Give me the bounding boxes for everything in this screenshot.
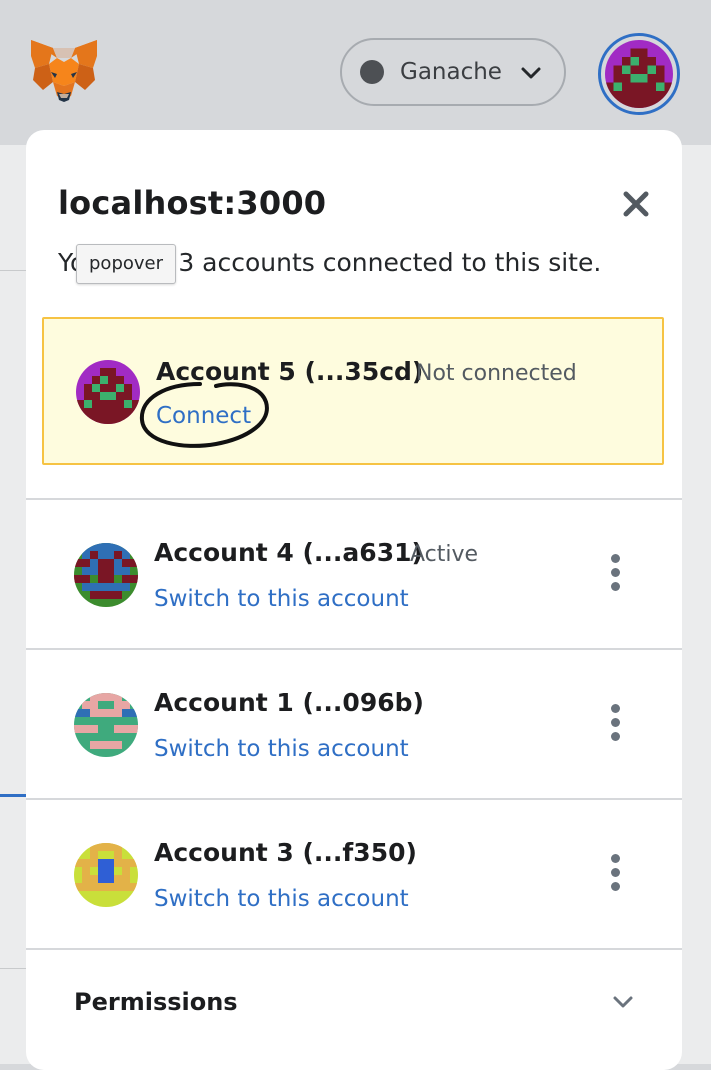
metamask-fox-icon[interactable] bbox=[29, 38, 99, 104]
account-row: Account 3 (...f350) Switch to this accou… bbox=[26, 798, 682, 950]
network-status-dot bbox=[360, 60, 384, 84]
active-tab-indicator bbox=[0, 794, 26, 797]
switch-account-link[interactable]: Switch to this account bbox=[154, 586, 409, 612]
account-name: Account 1 (...096b) bbox=[154, 688, 424, 717]
app-header: Ganache bbox=[0, 0, 711, 145]
chevron-down-icon bbox=[613, 996, 633, 1008]
close-icon[interactable] bbox=[620, 188, 652, 220]
permissions-section-toggle[interactable]: Permissions bbox=[26, 948, 682, 1055]
account-row: Account 4 (...a631) Active Switch to thi… bbox=[26, 498, 682, 650]
identicon bbox=[605, 40, 673, 108]
identicon bbox=[76, 360, 140, 424]
account-name: Account 3 (...f350) bbox=[154, 838, 417, 867]
divider bbox=[0, 968, 26, 969]
kebab-menu-icon[interactable] bbox=[603, 554, 627, 594]
account-name: Account 4 (...a631) bbox=[154, 538, 423, 567]
account-menu-avatar[interactable] bbox=[598, 33, 680, 115]
account-row: Account 1 (...096b) Switch to this accou… bbox=[26, 648, 682, 800]
network-selector[interactable]: Ganache bbox=[340, 38, 566, 106]
connect-link[interactable]: Connect bbox=[156, 403, 251, 429]
network-name: Ganache bbox=[400, 59, 502, 85]
kebab-menu-icon[interactable] bbox=[603, 854, 627, 894]
not-connected-account-card: Account 5 (...35cd) Not connected Connec… bbox=[42, 317, 664, 465]
chevron-down-icon bbox=[521, 67, 541, 79]
switch-account-link[interactable]: Switch to this account bbox=[154, 886, 409, 912]
account-status: Active bbox=[410, 542, 479, 567]
account-name: Account 5 (...35cd) bbox=[156, 357, 424, 386]
tooltip: popover bbox=[76, 244, 177, 284]
kebab-menu-icon[interactable] bbox=[603, 704, 627, 744]
identicon bbox=[74, 543, 138, 607]
divider bbox=[0, 270, 26, 271]
identicon bbox=[74, 843, 138, 907]
connected-sites-popover: localhost:3000 You have 3 accounts conne… bbox=[26, 130, 682, 1070]
account-status: Not connected bbox=[416, 361, 577, 386]
identicon bbox=[74, 693, 138, 757]
popover-title: localhost:3000 bbox=[58, 184, 327, 222]
switch-account-link[interactable]: Switch to this account bbox=[154, 736, 409, 762]
permissions-label: Permissions bbox=[74, 988, 238, 1016]
